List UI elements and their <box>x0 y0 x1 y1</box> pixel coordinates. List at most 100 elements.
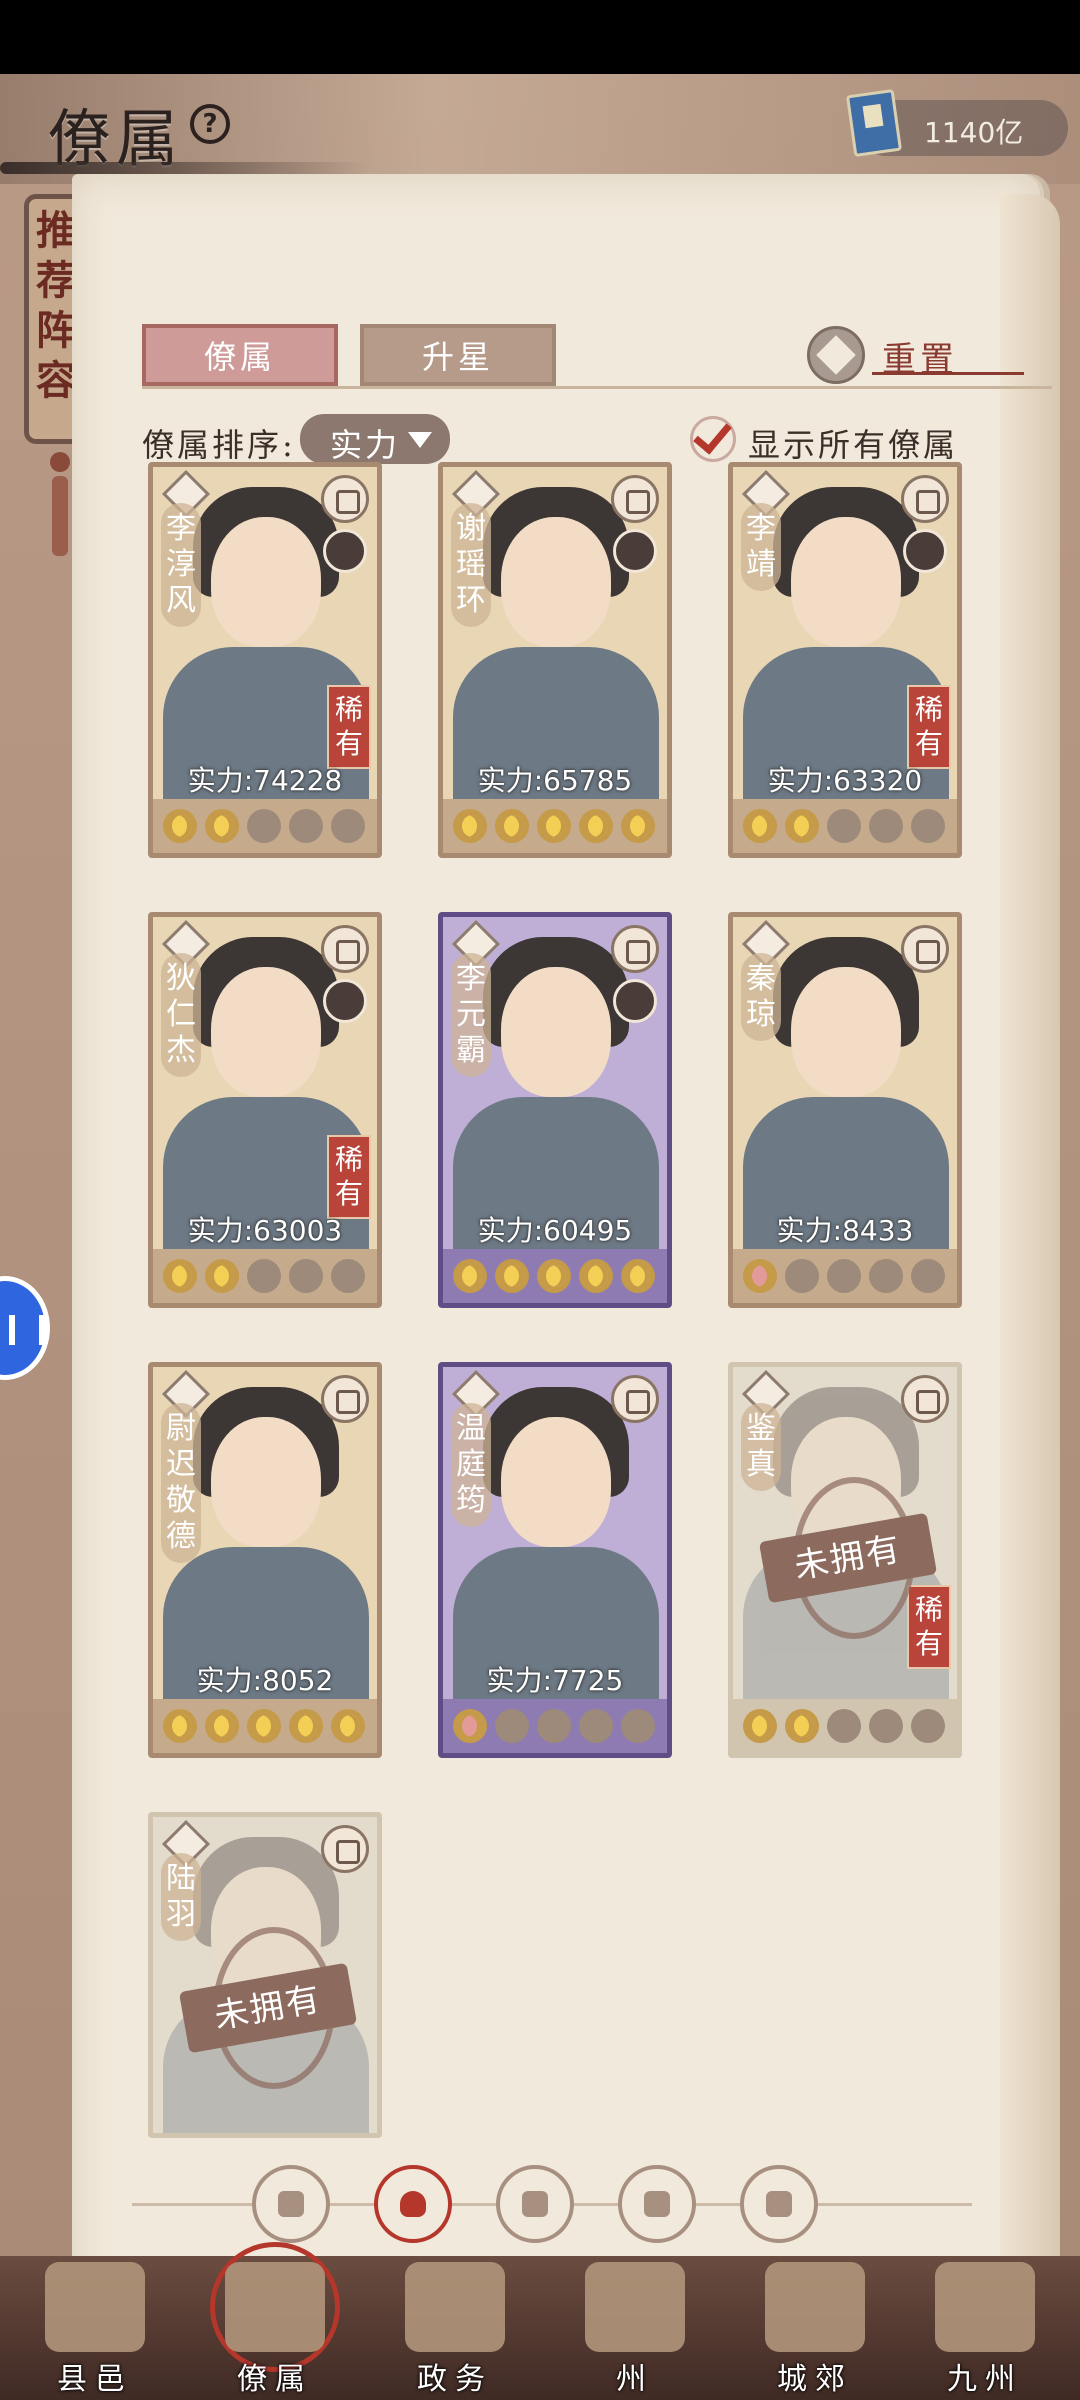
nav-retainers-label: 僚属 <box>237 2362 313 2397</box>
retainer-card[interactable]: 李靖 稀有 实力:63320 <box>728 462 962 858</box>
category-filter-row <box>132 2159 972 2249</box>
empty-star-icon <box>827 1259 861 1293</box>
currency-display[interactable]: 1140亿 <box>845 88 1068 158</box>
nav-county-label: 县邑 <box>57 2362 133 2397</box>
retainer-power: 实力:8052 <box>196 1664 334 1697</box>
tag-tassel <box>52 476 68 556</box>
retainer-card[interactable]: 尉迟敬德实力:8052 <box>148 1362 382 1758</box>
rank-icon <box>743 1373 787 1407</box>
tab-divider <box>142 386 1052 389</box>
companion-avatar <box>323 529 367 573</box>
floating-assistant-button[interactable] <box>0 1276 50 1380</box>
show-all-label[interactable]: 显示所有僚属 <box>748 420 958 466</box>
moon-star-icon <box>621 809 655 843</box>
moon-star-icon <box>205 1259 239 1293</box>
helmet-icon[interactable] <box>374 2165 452 2243</box>
companion-avatar <box>903 529 947 573</box>
rank-icon <box>453 473 497 507</box>
moon-star-icon <box>579 1259 613 1293</box>
moon-star-icon <box>537 1259 571 1293</box>
empty-star-icon <box>869 809 903 843</box>
portrait-face <box>501 517 611 647</box>
help-button[interactable]: ? <box>190 104 230 144</box>
nav-nine-provinces[interactable]: 九州 <box>910 2256 1060 2400</box>
retainer-card[interactable]: 秦琼实力:8433 <box>728 912 962 1308</box>
moon-star-icon <box>743 1709 777 1743</box>
star-bar <box>153 1249 377 1303</box>
rank-icon <box>743 473 787 507</box>
empty-star-icon <box>827 809 861 843</box>
tag-knot <box>50 452 70 472</box>
lion-icon[interactable] <box>740 2165 818 2243</box>
app-root: 僚属 ? 1140亿 推荐阵容 僚属 升星 重置 僚属排序: 实力 显示所有僚属… <box>0 74 1080 2400</box>
sort-label: 僚属排序: <box>142 426 296 464</box>
nav-suburbs[interactable]: 城郊 <box>740 2256 890 2400</box>
rare-badge: 稀有 <box>327 685 371 769</box>
empty-star-icon <box>289 809 323 843</box>
retainer-card[interactable]: 李元霸实力:60495 <box>438 912 672 1308</box>
moon-star-icon <box>205 809 239 843</box>
retainer-card[interactable]: 鉴真 稀有 未拥有 <box>728 1362 962 1758</box>
diamond-icon[interactable] <box>252 2165 330 2243</box>
moon-star-icon <box>331 1709 365 1743</box>
retainer-power: 实力:63003 <box>187 1214 343 1247</box>
faction-icon <box>611 475 659 523</box>
retainer-power: 实力:63320 <box>767 764 923 797</box>
retainer-name: 李元霸 <box>451 953 491 1077</box>
moon-star-icon <box>743 809 777 843</box>
empty-star-icon <box>579 1709 613 1743</box>
nav-affairs[interactable]: 政务 <box>380 2256 530 2400</box>
header: 僚属 ? 1140亿 <box>0 74 1080 184</box>
empty-star-icon <box>869 1709 903 1743</box>
faction-icon <box>611 1375 659 1423</box>
retainer-name: 尉迟敬德 <box>161 1403 201 1563</box>
show-all-checkbox[interactable] <box>690 416 736 462</box>
portrait-face <box>791 517 901 647</box>
retainer-card[interactable]: 谢瑶环 实力:65785 <box>438 462 672 858</box>
moon-star-icon <box>537 809 571 843</box>
scroll-icon[interactable] <box>496 2165 574 2243</box>
retainer-card[interactable]: 温庭筠 实力:7725 <box>438 1362 672 1758</box>
retainer-power: 实力:8433 <box>776 1214 914 1247</box>
retainer-power: 实力:65785 <box>477 764 633 797</box>
star-bar <box>443 799 667 853</box>
retainer-power: 实力:60495 <box>477 1214 633 1247</box>
page-curl <box>1000 194 1060 2374</box>
nav-prefecture[interactable]: 州 <box>560 2256 710 2400</box>
portrait-face <box>501 967 611 1097</box>
retainer-name: 李靖 <box>741 503 781 591</box>
retainer-name: 秦琼 <box>741 953 781 1041</box>
rank-icon <box>163 923 207 957</box>
fan-icon[interactable] <box>618 2165 696 2243</box>
moon-star-icon <box>453 1259 487 1293</box>
retainer-card[interactable]: 狄仁杰 稀有 实力:63003 <box>148 912 382 1308</box>
retainer-name: 鉴真 <box>741 1403 781 1491</box>
star-bar <box>733 799 957 853</box>
recommended-lineup-label: 推荐阵容 <box>36 207 76 404</box>
sort-dropdown[interactable]: 实力 <box>300 414 450 464</box>
book-icon <box>845 88 903 158</box>
rank-icon <box>743 923 787 957</box>
retainer-power: 实力:7725 <box>486 1664 624 1697</box>
moon-star-icon <box>163 809 197 843</box>
reset-icon[interactable] <box>807 326 865 384</box>
nav-retainers[interactable]: 僚属 <box>200 2242 350 2400</box>
rank-icon <box>453 1373 497 1407</box>
rare-badge: 稀有 <box>907 1585 951 1669</box>
moon-star-icon <box>453 809 487 843</box>
retainer-name: 陆羽 <box>161 1853 201 1941</box>
tab-retainers[interactable]: 僚属 <box>142 324 338 386</box>
currency-value: 1140亿 <box>924 116 1024 149</box>
retainer-card[interactable]: 李淳风 稀有 实力:74228 <box>148 462 382 858</box>
empty-star-icon <box>911 809 945 843</box>
retainer-card[interactable]: 陆羽 未拥有 <box>148 1812 382 2138</box>
empty-star-icon <box>869 1259 903 1293</box>
tab-star-up[interactable]: 升星 <box>360 324 556 386</box>
rank-icon <box>163 473 207 507</box>
moon-star-icon <box>785 809 819 843</box>
star-bar <box>443 1699 667 1753</box>
moon-star-icon <box>743 1259 777 1293</box>
nav-county[interactable]: 县邑 <box>20 2256 170 2400</box>
affairs-icon <box>405 2262 505 2352</box>
empty-star-icon <box>247 1259 281 1293</box>
